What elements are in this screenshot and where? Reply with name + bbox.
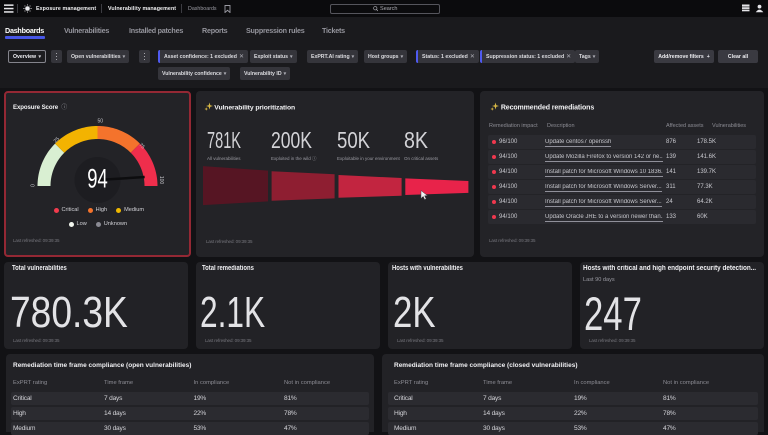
svg-text:0: 0 — [31, 184, 37, 187]
svg-text:94: 94 — [87, 163, 108, 193]
svg-text:100: 100 — [158, 176, 164, 185]
svg-text:50: 50 — [98, 119, 104, 125]
